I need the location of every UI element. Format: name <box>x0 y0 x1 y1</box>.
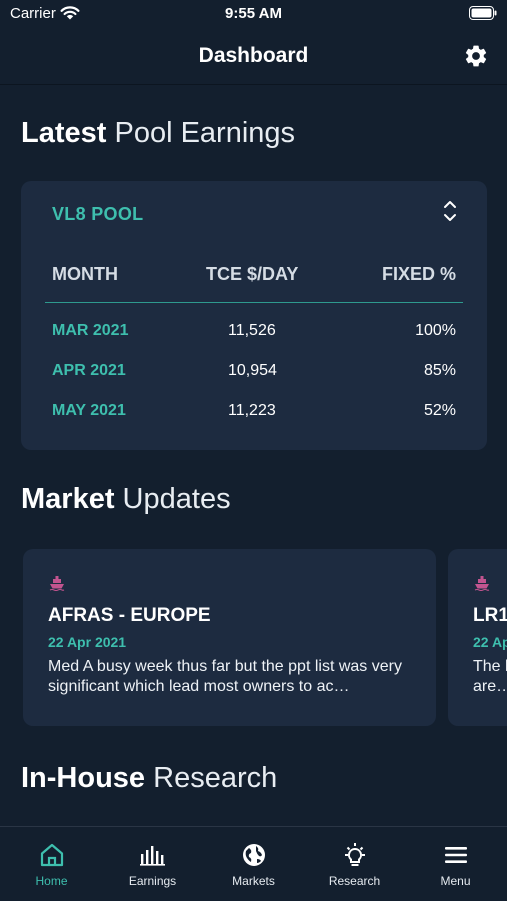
tab-menu-label: Menu <box>440 874 471 888</box>
menu-icon <box>405 842 506 870</box>
lightbulb-icon <box>304 842 405 870</box>
home-icon <box>1 842 102 870</box>
column-header-tce: TCE $/DAY <box>206 264 299 284</box>
tab-research[interactable]: Research <box>304 827 405 901</box>
page-title: Dashboard <box>198 44 309 67</box>
row-tce: 11,223 <box>228 402 276 419</box>
tab-earnings-label: Earnings <box>128 874 177 888</box>
table-row: MAY 2021 11,223 52% <box>45 392 463 432</box>
market-card-body: The l are in <box>473 658 507 695</box>
earnings-section-title: Latest Pool Earnings <box>21 117 295 150</box>
market-card-body: Med A busy week thus far but the ppt lis… <box>48 658 402 695</box>
tab-research-label: Research <box>328 874 381 888</box>
market-card-date: 22 Apr 2021 <box>48 634 127 650</box>
research-title-light: Research <box>145 762 278 794</box>
table-row: APR 2021 10,954 85% <box>45 352 463 392</box>
tab-home[interactable]: Home <box>1 827 102 901</box>
tab-earnings[interactable]: Earnings <box>102 827 203 901</box>
row-tce: 10,954 <box>228 362 277 379</box>
settings-button[interactable] <box>463 43 489 69</box>
battery-icon <box>469 6 497 25</box>
ship-icon <box>49 575 65 596</box>
tab-menu[interactable]: Menu <box>405 827 506 901</box>
research-title-strong: In-House <box>21 762 146 794</box>
row-month: MAR 2021 <box>52 322 129 339</box>
pool-selector-value: VL8 POOL <box>52 204 144 224</box>
market-update-card[interactable]: AFRAS - EUROPE 22 Apr 2021 Med A busy we… <box>23 549 436 726</box>
row-month: MAY 2021 <box>52 402 126 419</box>
status-bar: Carrier 9:55 AM <box>0 0 507 28</box>
chevron-up-down-icon <box>443 198 457 229</box>
row-fixed: 100% <box>415 322 456 339</box>
row-tce: 11,526 <box>228 322 276 339</box>
row-fixed: 52% <box>423 402 456 419</box>
market-update-card[interactable]: LR1 22 Ap The l are in <box>448 549 507 726</box>
tab-markets-label: Markets <box>232 874 275 888</box>
market-title-strong: Market <box>21 483 115 515</box>
row-fixed: 85% <box>423 362 456 379</box>
tab-home-label: Home <box>35 874 68 888</box>
tab-markets[interactable]: Markets <box>203 827 304 901</box>
earnings-title-strong: Latest <box>21 117 107 149</box>
tab-bar: Home Earnings Markets Research Menu <box>0 826 507 901</box>
column-header-fixed: FIXED % <box>381 264 456 284</box>
column-header-month: MONTH <box>52 264 118 284</box>
globe-icon <box>203 842 304 870</box>
row-month: APR 2021 <box>52 362 126 379</box>
bar-chart-icon <box>102 842 203 870</box>
gear-icon <box>465 45 487 67</box>
ship-icon <box>474 575 490 596</box>
market-card-date: 22 Ap <box>473 634 507 650</box>
pool-earnings-card: VL8 POOL MONTH TCE $/DAY FIXED % MAR 202… <box>21 181 487 450</box>
earnings-table-header: MONTH TCE $/DAY FIXED % <box>45 245 463 303</box>
navigation-bar: Dashboard <box>0 28 507 85</box>
pool-selector[interactable]: VL8 POOL <box>21 181 487 245</box>
table-row: MAR 2021 11,526 100% <box>45 312 463 352</box>
market-card-title: LR1 <box>473 605 507 626</box>
market-title-light: Updates <box>114 483 231 515</box>
research-section-title: In-House Research <box>21 762 277 795</box>
clock: 9:55 AM <box>225 5 282 22</box>
market-card-title: AFRAS - EUROPE <box>48 605 211 626</box>
earnings-title-light: Pool Earnings <box>106 117 296 149</box>
market-section-title: Market Updates <box>21 483 231 516</box>
